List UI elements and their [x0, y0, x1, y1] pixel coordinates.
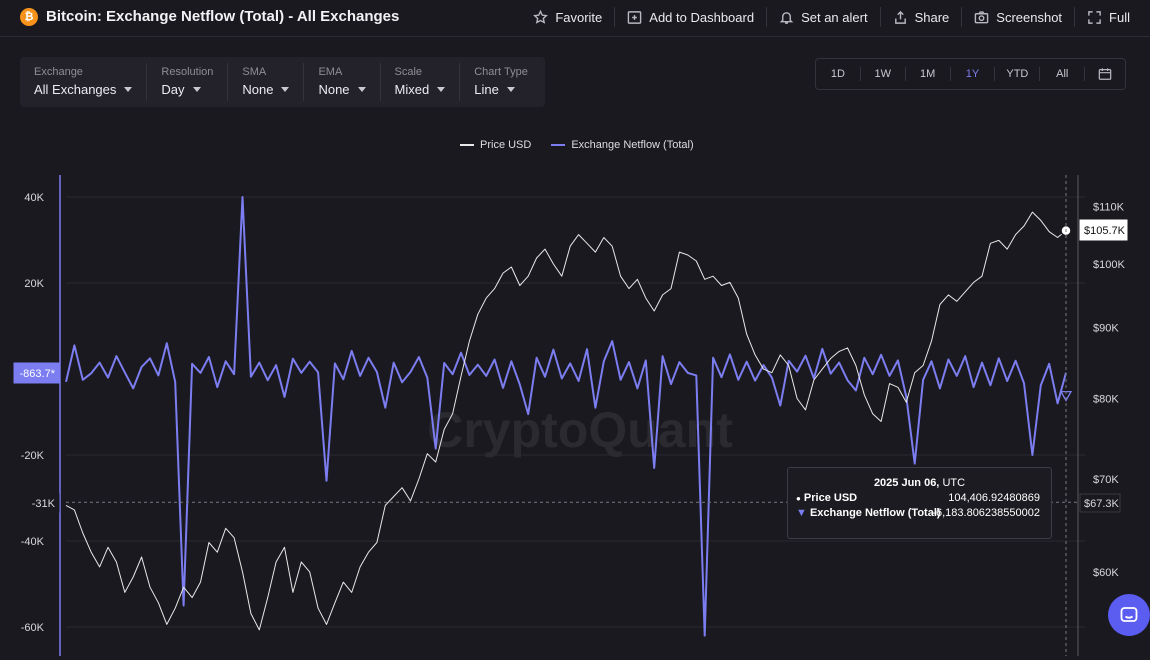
- tooltip-marker: ▼: [796, 507, 807, 519]
- tooltip-label: Price USD: [803, 492, 858, 504]
- chat-icon: [1120, 607, 1138, 622]
- right-tick-label: $80K: [1093, 394, 1119, 406]
- crosshair-left-label: -31K: [32, 498, 56, 510]
- left-tick-label: 40K: [24, 192, 44, 204]
- left-tick-label: -20K: [21, 450, 45, 462]
- right-tick-label: $90K: [1093, 323, 1119, 335]
- left-tick-label: -60K: [21, 622, 45, 634]
- tooltip-value: 104,406.92480869: [948, 492, 1040, 504]
- left-tick-label: 20K: [24, 278, 44, 290]
- left-tick-label: -40K: [21, 536, 45, 548]
- price-current-label: $105.7K: [1084, 225, 1126, 237]
- tooltip-tz: UTC: [942, 477, 966, 489]
- support-chat-button[interactable]: [1108, 594, 1150, 636]
- tooltip-row-price: ● Price USD 104,406.92480869: [796, 492, 1046, 504]
- tooltip-date-text: 2025 Jun 06,: [873, 477, 940, 489]
- right-tick-label: $70K: [1093, 474, 1119, 486]
- right-tick-label: $110K: [1093, 202, 1125, 214]
- tooltip-value: -6,183.806238550002: [932, 507, 1040, 519]
- crosshair-right-label: $67.3K: [1084, 498, 1120, 510]
- netflow-current-label: -863.7*: [20, 368, 56, 380]
- right-tick-label: $60K: [1093, 567, 1119, 579]
- tooltip-date: 2025 Jun 06, UTC: [788, 477, 1051, 489]
- tooltip-marker: ●: [796, 494, 801, 503]
- right-tick-label: $100K: [1093, 259, 1125, 271]
- chart-tooltip: 2025 Jun 06, UTC ● Price USD 104,406.924…: [787, 467, 1052, 539]
- chart-canvas[interactable]: CryptoQuant 40K 20K -20K -40K -60K $110K $100K…: [0, 0, 1150, 660]
- watermark: CryptoQuant: [427, 402, 733, 458]
- tooltip-row-netflow: ▼ Exchange Netflow (Total) -6,183.806238…: [796, 507, 1046, 519]
- tooltip-label: Exchange Netflow (Total): [809, 507, 941, 519]
